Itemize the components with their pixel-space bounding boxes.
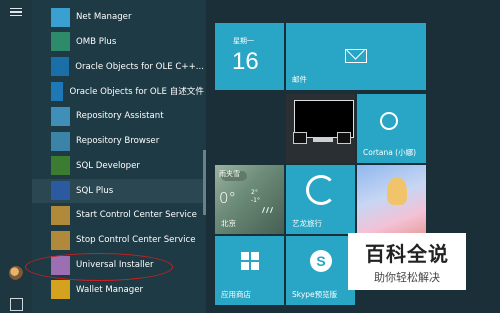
skype-tile[interactable]: S Skype预览版: [286, 236, 355, 305]
app-list-item[interactable]: Repository Assistant: [32, 104, 204, 128]
repository-browser-icon: [51, 131, 70, 151]
weather-temp: 0°: [219, 189, 237, 207]
weather-tile[interactable]: 雨夹雪 0° 2° -1° 北京: [215, 165, 284, 234]
app-list-item-label: Wallet Manager: [76, 284, 144, 295]
calendar-tile[interactable]: 星期一 16: [215, 23, 284, 90]
cortana-icon: [380, 112, 398, 130]
skype-label: Skype预览版: [292, 290, 338, 299]
oracle-objects-readme-icon: [51, 81, 64, 101]
travel-tile[interactable]: 艺龙旅行: [286, 165, 355, 234]
weather-range: 2° -1°: [251, 189, 260, 204]
app-list-item-label: SQL Developer: [76, 160, 140, 171]
oracle-objects-icon: [51, 57, 70, 77]
app-list-item-label: Repository Assistant: [76, 111, 164, 122]
watermark-title: 百科全说: [365, 242, 449, 266]
user-avatar-icon[interactable]: [9, 266, 23, 280]
travel-label: 艺龙旅行: [292, 219, 322, 228]
store-label: 应用商店: [221, 290, 251, 299]
calendar-day: 16: [232, 48, 259, 75]
mail-icon: [345, 49, 367, 63]
app-list-item[interactable]: Stop Control Center Service: [32, 228, 204, 252]
app-list-item-label: Stop Control Center Service: [76, 235, 196, 246]
app-list-item-label: Net Manager: [76, 12, 132, 22]
monitor-stand-icon: [313, 137, 333, 142]
app-list-item[interactable]: OMB Plus: [32, 30, 204, 54]
weather-city: 北京: [221, 219, 236, 228]
pc-icon: [337, 132, 351, 144]
weather-condition: 雨夹雪: [219, 170, 240, 178]
store-icon: [241, 252, 259, 270]
mail-label: 邮件: [292, 75, 307, 84]
wallet-manager-icon: [51, 280, 70, 300]
app-list-item[interactable]: Wallet Manager: [32, 278, 204, 302]
app-list-item[interactable]: SQL Plus: [32, 178, 204, 203]
stop-service-icon: [51, 230, 70, 250]
photo-tile[interactable]: [357, 165, 426, 234]
app-list-item-label: Start Control Center Service: [76, 210, 197, 221]
cortana-tile[interactable]: Cortana (小娜): [357, 94, 426, 163]
app-list-item-label: Repository Browser: [76, 136, 160, 146]
watermark: 百科全说 助你轻松解决: [348, 233, 466, 290]
app-list-item[interactable]: Net Manager: [32, 5, 204, 29]
sql-plus-icon: [51, 181, 70, 201]
repository-assistant-icon: [51, 106, 70, 126]
app-list-item-label: OMB Plus: [76, 36, 117, 47]
app-list-item[interactable]: Oracle Objects for OLE C++...: [32, 55, 204, 79]
this-pc-tile[interactable]: [286, 94, 355, 163]
pc-icon: [293, 132, 307, 144]
omb-plus-icon: [51, 32, 70, 52]
app-list-item-label: Oracle Objects for OLE C++...: [75, 61, 204, 72]
app-list-item[interactable]: Oracle Objects for OLE 自述文件: [32, 79, 204, 103]
app-list-item-label: SQL Plus: [76, 185, 114, 196]
sql-developer-icon: [51, 156, 70, 176]
rain-icon: [261, 205, 275, 215]
watermark-subtitle: 助你轻松解决: [374, 271, 440, 284]
hamburger-menu-icon[interactable]: [8, 4, 24, 20]
cortana-label: Cortana (小娜): [363, 148, 417, 157]
app-list-item-label: Oracle Objects for OLE 自述文件: [69, 87, 204, 98]
net-manager-icon: [51, 7, 70, 27]
photo-image: [357, 165, 426, 234]
start-service-icon: [51, 205, 70, 225]
app-list-item[interactable]: Start Control Center Service: [32, 203, 204, 227]
app-list-item[interactable]: SQL Developer: [32, 154, 204, 178]
app-list-item[interactable]: Repository Browser: [32, 129, 204, 153]
dragon-logo-icon: [306, 175, 336, 205]
highlight-ellipse: [25, 253, 173, 281]
calendar-weekday: 星期一: [233, 37, 254, 45]
skype-icon: S: [310, 250, 332, 272]
documents-icon[interactable]: [8, 296, 24, 312]
mail-tile[interactable]: 邮件: [286, 23, 426, 90]
store-tile[interactable]: 应用商店: [215, 236, 284, 305]
